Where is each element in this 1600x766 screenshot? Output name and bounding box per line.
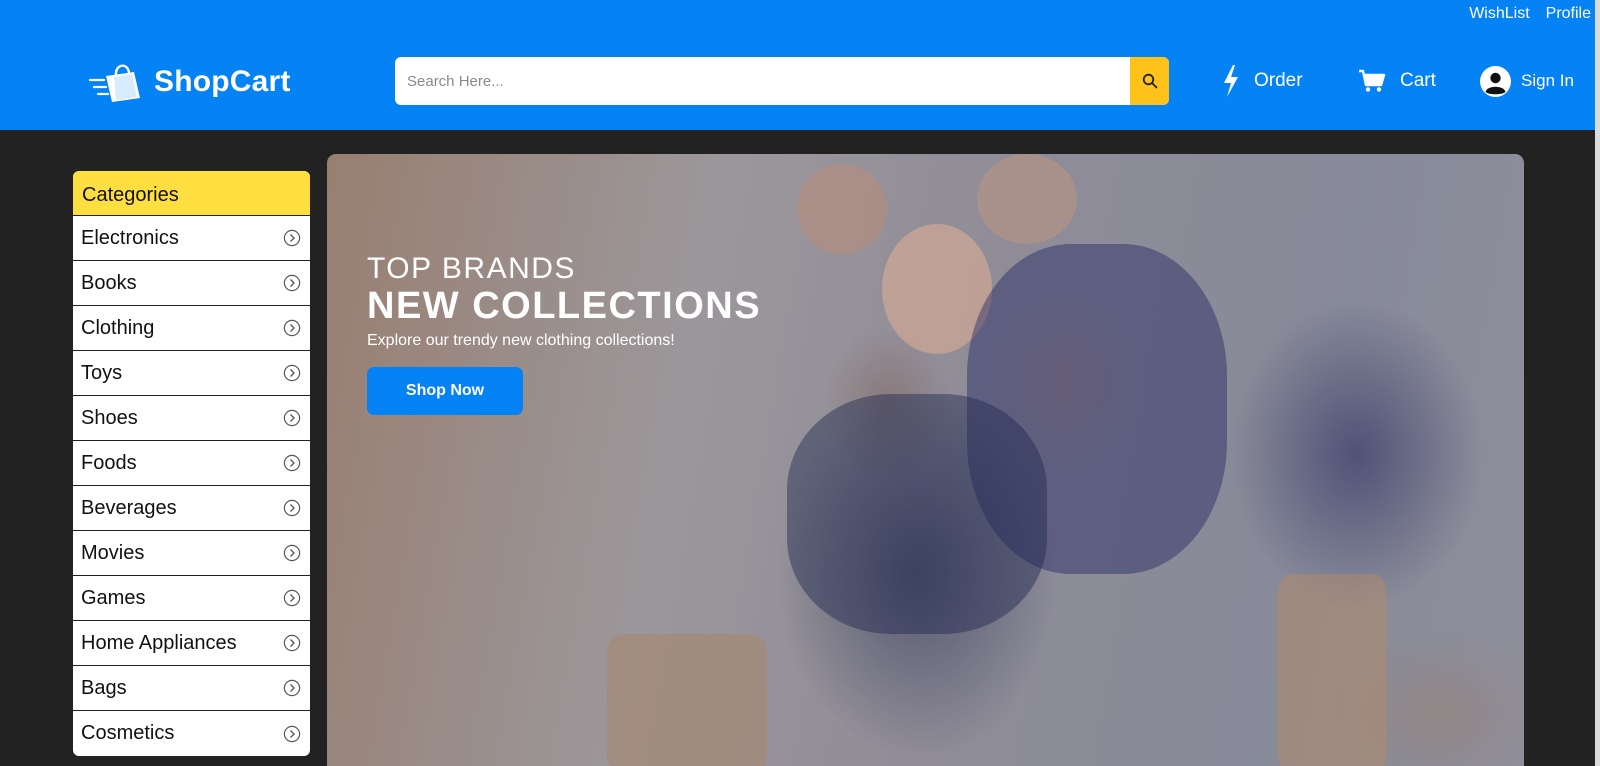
order-label: Order: [1254, 70, 1303, 91]
category-item[interactable]: Electronics: [73, 216, 310, 261]
category-label: Shoes: [81, 406, 138, 429]
category-label: Toys: [81, 361, 123, 384]
page-scrollbar[interactable]: [1595, 0, 1600, 766]
chevron-right-icon: [283, 229, 301, 247]
chevron-right-icon: [283, 499, 301, 517]
user-icon: [1480, 65, 1511, 97]
search-icon: [1142, 73, 1157, 89]
chevron-right-icon: [283, 409, 301, 427]
bolt-icon: [1224, 65, 1238, 97]
chevron-right-icon: [283, 725, 301, 742]
hero-text: TOP BRANDS NEW COLLECTIONS Explore our t…: [367, 252, 761, 415]
category-item[interactable]: Toys: [73, 351, 310, 396]
category-list: Electronics Books Clothing Toys Shoes Foods Be…: [73, 216, 310, 756]
category-label: Bags: [81, 676, 127, 699]
category-item[interactable]: Beverages: [73, 486, 310, 531]
cart-label: Cart: [1400, 70, 1436, 91]
site-header: WishList Profile ShopCart Order: [0, 0, 1595, 130]
search-bar: [395, 57, 1169, 105]
brand-name: ShopCart: [154, 65, 291, 98]
categories-panel: Categories Electronics Books Clothing Toys S…: [72, 170, 311, 757]
hero-banner: TOP BRANDS NEW COLLECTIONS Explore our t…: [327, 154, 1524, 766]
category-item[interactable]: Shoes: [73, 396, 310, 441]
category-label: Beverages: [81, 496, 177, 519]
category-item[interactable]: Clothing: [73, 306, 310, 351]
category-label: Cosmetics: [81, 722, 175, 744]
category-label: Games: [81, 586, 146, 609]
cart-icon: [1359, 69, 1386, 92]
category-label: Electronics: [81, 226, 179, 249]
category-label: Movies: [81, 541, 145, 564]
categories-title: Categories: [73, 171, 310, 216]
chevron-right-icon: [283, 274, 301, 292]
brand-logo[interactable]: ShopCart: [88, 58, 291, 106]
chevron-right-icon: [283, 589, 301, 607]
profile-link[interactable]: Profile: [1546, 5, 1591, 23]
category-item[interactable]: Games: [73, 576, 310, 621]
category-item[interactable]: Cosmetics: [73, 711, 310, 756]
banner-photo-figure: [977, 154, 1077, 244]
category-label: Clothing: [81, 316, 155, 339]
hero-eyebrow: TOP BRANDS: [367, 252, 576, 285]
wishlist-link[interactable]: WishList: [1469, 5, 1529, 23]
signin-label: Sign In: [1521, 71, 1574, 90]
top-links: WishList Profile: [1469, 5, 1591, 23]
banner-photo-figure: [787, 394, 1047, 634]
signin-nav[interactable]: Sign In: [1480, 64, 1574, 98]
search-input[interactable]: [395, 57, 1130, 105]
category-label: Books: [81, 271, 137, 294]
category-item[interactable]: Books: [73, 261, 310, 306]
chevron-right-icon: [283, 454, 301, 472]
hero-headline: NEW COLLECTIONS: [367, 285, 762, 327]
chevron-right-icon: [283, 634, 301, 652]
category-label: Home Appliances: [81, 631, 237, 654]
chevron-right-icon: [283, 544, 301, 562]
chevron-right-icon: [283, 319, 301, 337]
search-button[interactable]: [1130, 57, 1169, 105]
category-item[interactable]: Bags: [73, 666, 310, 711]
cart-nav[interactable]: Cart: [1358, 64, 1436, 98]
category-item[interactable]: Foods: [73, 441, 310, 486]
banner-photo-figure: [797, 164, 887, 254]
banner-photo-figure: [607, 634, 767, 766]
category-label: Foods: [81, 451, 137, 474]
category-item[interactable]: Home Appliances: [73, 621, 310, 666]
shopping-bag-icon: [88, 64, 140, 102]
shop-now-button[interactable]: Shop Now: [367, 367, 523, 415]
hero-subtitle: Explore our trendy new clothing collecti…: [367, 332, 675, 349]
chevron-right-icon: [283, 364, 301, 382]
banner-photo-figure: [1277, 574, 1387, 766]
order-nav[interactable]: Order: [1222, 64, 1303, 98]
chevron-right-icon: [283, 679, 301, 697]
category-item[interactable]: Movies: [73, 531, 310, 576]
